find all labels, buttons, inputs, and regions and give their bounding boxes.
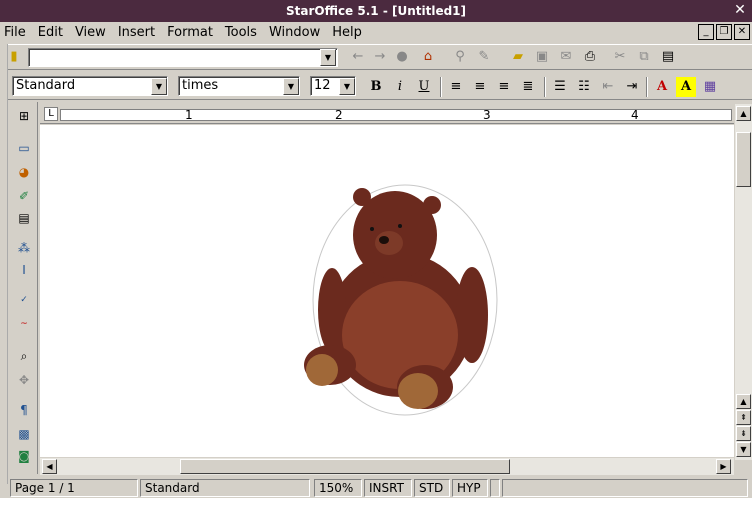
font-select[interactable]: times (178, 76, 300, 96)
cut-icon[interactable]: ✂ (610, 47, 630, 67)
menu-bar: File Edit View Insert Format Tools Windo… (0, 22, 752, 42)
underline-button[interactable]: U (414, 77, 434, 97)
minimize-icon[interactable]: _ (698, 24, 714, 40)
font-color-icon[interactable]: A (652, 77, 672, 97)
edit-file-icon[interactable]: ✎ (474, 47, 494, 67)
status-info-cell (502, 479, 748, 497)
open-icon[interactable]: ▰ (508, 47, 528, 67)
highlight-icon[interactable]: A (676, 77, 696, 97)
ruler-mark: 4 (631, 108, 639, 122)
horizontal-scrollbar[interactable]: ◀ ▶ (40, 458, 734, 475)
status-zoom[interactable]: 150% (314, 479, 362, 497)
form-icon[interactable]: ▤ (14, 208, 34, 228)
toolbar-separator (544, 77, 546, 97)
status-page: Page 1 / 1 (10, 479, 138, 497)
teddy-bear-image[interactable] (40, 125, 734, 457)
menu-file[interactable]: File (0, 25, 30, 40)
toolbar-separator (646, 77, 648, 97)
horizontal-scroll-thumb[interactable] (180, 459, 510, 474)
status-selection-mode[interactable]: STD (414, 479, 450, 497)
window-title: StarOffice 5.1 - [Untitled1] (285, 4, 467, 18)
ruler-mark: 1 (185, 108, 193, 122)
scroll-down-button[interactable]: ▼ (736, 442, 751, 457)
menu-view[interactable]: View (71, 25, 110, 40)
menu-tools[interactable]: Tools (221, 25, 261, 40)
menu-help[interactable]: Help (328, 25, 366, 40)
align-center-icon[interactable]: ≡ (470, 77, 490, 97)
copy-icon[interactable]: ⧉ (634, 47, 654, 67)
italic-button[interactable]: i (390, 77, 410, 97)
text-cursor-icon[interactable]: I (14, 260, 34, 280)
text-animation-icon[interactable]: ⁂ (14, 238, 34, 258)
find-icon[interactable]: ⚲ (450, 47, 470, 67)
horizontal-ruler[interactable]: L 1 2 3 4 (40, 104, 734, 124)
url-input[interactable] (28, 48, 338, 67)
close-icon[interactable]: ✕ (732, 2, 748, 18)
graphics-off-icon[interactable]: ▩ (14, 424, 34, 444)
ruler-strip: 1 2 3 4 (60, 108, 732, 122)
size-dropdown-button[interactable]: ▼ (339, 78, 355, 95)
status-insert-mode[interactable]: INSRT (364, 479, 412, 497)
page-up-button[interactable]: ⇞ (736, 410, 751, 425)
insert-object-icon[interactable]: ◕ (14, 162, 34, 182)
function-toolbar: ▮ ▼ ← → ● ⌂ ⚲ ✎ ▰ ▣ ✉ ⎙ ✂ ⧉ ▤ (0, 44, 752, 70)
background-color-icon[interactable]: ▦ (700, 77, 720, 97)
email-icon[interactable]: ✉ (556, 47, 576, 67)
vertical-scrollbar[interactable]: ▲ ▲ ⇞ ⇟ ▼ (735, 104, 752, 460)
tab-stop-selector[interactable]: L (44, 107, 58, 121)
scroll-up-button[interactable]: ▲ (736, 106, 751, 121)
home-icon[interactable]: ⌂ (418, 47, 438, 67)
autospellcheck-icon[interactable]: ~ (14, 314, 34, 334)
style-select[interactable]: Standard (12, 76, 168, 96)
document-area[interactable] (40, 125, 734, 457)
restore-icon[interactable]: ❐ (716, 24, 732, 40)
status-style[interactable]: Standard (140, 479, 310, 497)
menu-window[interactable]: Window (265, 25, 324, 40)
print-icon[interactable]: ⎙ (580, 47, 600, 67)
nonprinting-characters-icon[interactable]: ¶ (14, 400, 34, 420)
online-layout-icon[interactable]: ◙ (14, 446, 34, 466)
url-dropdown-button[interactable]: ▼ (320, 49, 336, 66)
status-hyphenation[interactable]: HYP (452, 479, 488, 497)
vertical-scroll-thumb[interactable] (736, 132, 751, 187)
insert-table-icon[interactable]: ⊞ (14, 106, 34, 126)
decrease-indent-icon[interactable]: ⇤ (598, 77, 618, 97)
forward-arrow-icon[interactable]: → (370, 47, 390, 67)
close-doc-icon[interactable]: ✕ (734, 24, 750, 40)
status-empty-cell (490, 479, 500, 497)
spellcheck-icon[interactable]: ✓ (14, 290, 34, 310)
toolbar-separator (440, 77, 442, 97)
align-right-icon[interactable]: ≡ (494, 77, 514, 97)
menu-edit[interactable]: Edit (34, 25, 67, 40)
title-bar: StarOffice 5.1 - [Untitled1] ✕ (0, 0, 752, 22)
paste-icon[interactable]: ▤ (658, 47, 678, 67)
document-window-controls: _ ❐ ✕ (698, 24, 750, 40)
bold-button[interactable]: B (366, 77, 386, 97)
bullets-icon[interactable]: ☷ (574, 77, 594, 97)
scroll-right-button[interactable]: ▶ (716, 459, 731, 474)
numbering-icon[interactable]: ☰ (550, 77, 570, 97)
main-toolbar: ⊞ ▭ ◕ ✐ ▤ ⁂ I ✓ ~ ⌕ ✥ ¶ ▩ ◙ (10, 102, 38, 474)
menu-format[interactable]: Format (163, 25, 217, 40)
align-left-icon[interactable]: ≡ (446, 77, 466, 97)
background-area (0, 498, 752, 520)
ruler-mark: 3 (483, 108, 491, 122)
find-replace-icon[interactable]: ⌕ (14, 346, 34, 366)
style-dropdown-button[interactable]: ▼ (151, 78, 167, 95)
left-edge-handle (0, 44, 8, 484)
scroll-left-button[interactable]: ◀ (42, 459, 57, 474)
save-icon[interactable]: ▣ (532, 47, 552, 67)
justify-icon[interactable]: ≣ (518, 77, 538, 97)
insert-field-icon[interactable]: ▭ (14, 138, 34, 158)
ruler-mark: 2 (335, 108, 343, 122)
stop-icon[interactable]: ● (392, 47, 412, 67)
draw-icon[interactable]: ✐ (14, 186, 34, 206)
data-sources-icon[interactable]: ✥ (14, 370, 34, 390)
increase-indent-icon[interactable]: ⇥ (622, 77, 642, 97)
scroll-up-button[interactable]: ▲ (736, 394, 751, 409)
menu-insert[interactable]: Insert (114, 25, 159, 40)
back-arrow-icon[interactable]: ← (348, 47, 368, 67)
font-dropdown-button[interactable]: ▼ (283, 78, 299, 95)
page-down-button[interactable]: ⇟ (736, 426, 751, 441)
